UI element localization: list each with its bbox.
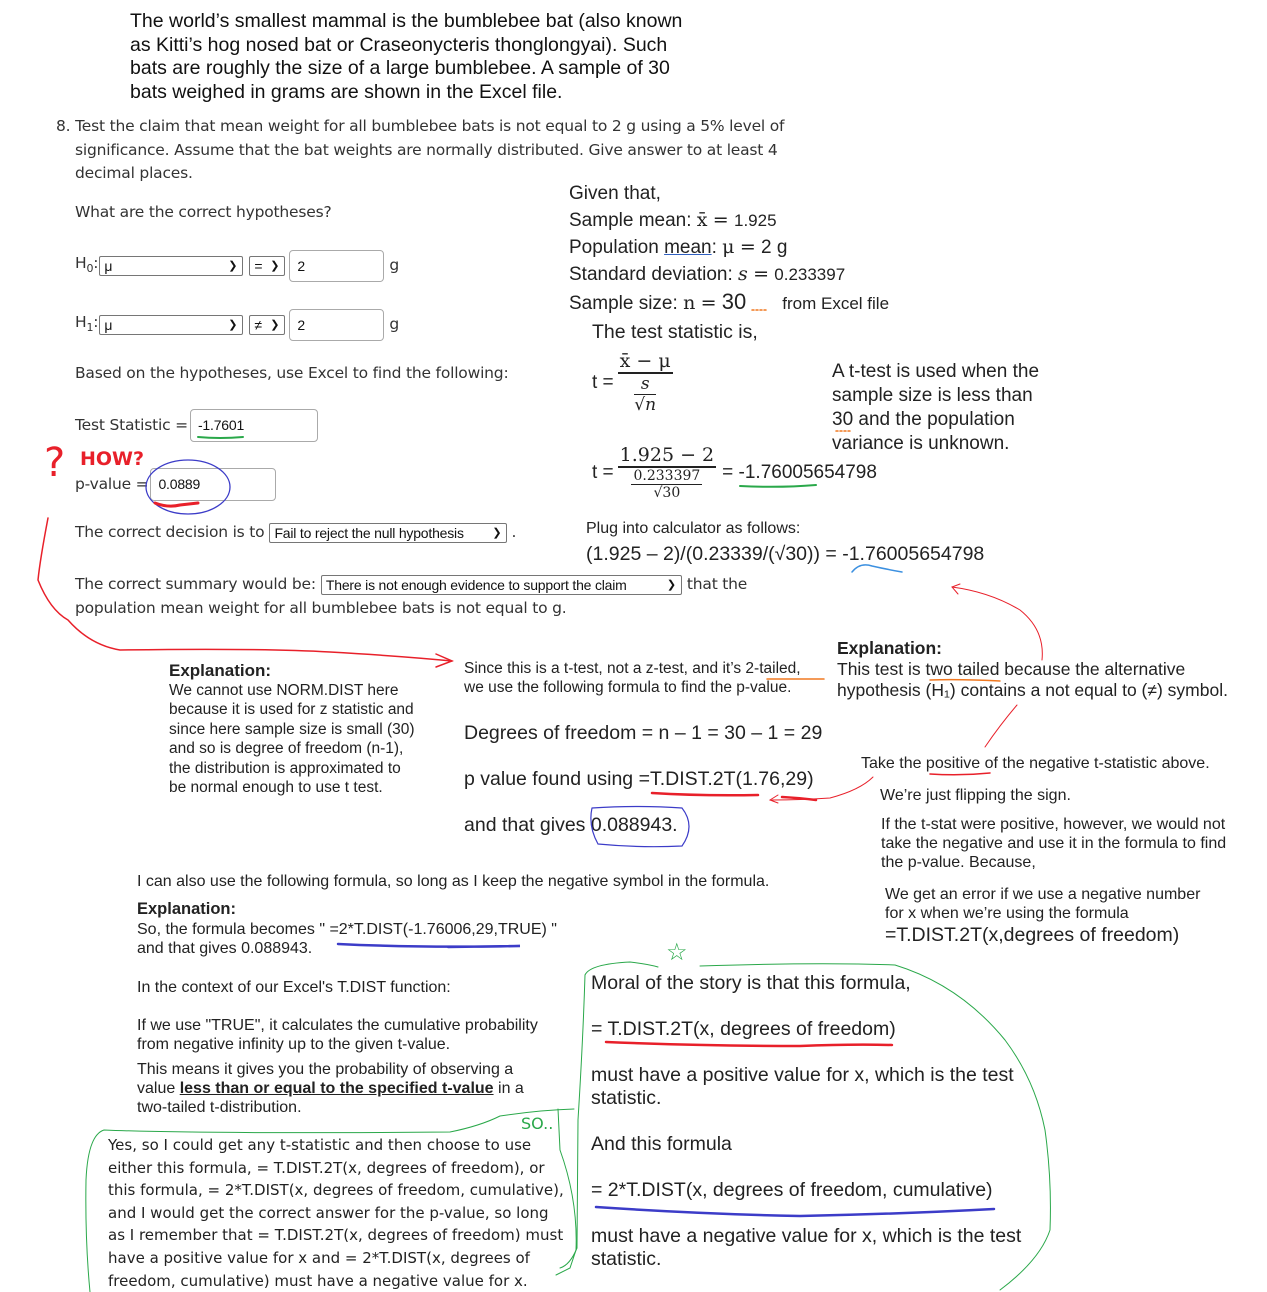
chevron-down-icon: ❯ bbox=[270, 260, 280, 272]
take-positive-note: Take the positive of the negative t-stat… bbox=[861, 755, 1210, 772]
plug-label: Plug into calculator as follows: bbox=[586, 520, 801, 537]
decision-label: The correct decision is to bbox=[75, 523, 265, 541]
explanation-heading: Explanation: bbox=[837, 638, 943, 658]
red-line-positive bbox=[984, 704, 1018, 748]
t-formula: t = x̄ − μ s √n bbox=[592, 350, 673, 415]
h0-row: H0: μ ❯ = ❯ 2 g bbox=[75, 250, 399, 282]
test-stat-title: The test statistic is, bbox=[592, 321, 758, 343]
plug-formula: (1.925 – 2)/(0.23339/(√30)) = -1.7600565… bbox=[586, 543, 985, 565]
intro-line: bats weighed in grams are shown in the E… bbox=[130, 80, 563, 103]
given-block: Given that, Sample mean: x̄ = 1.925 Popu… bbox=[569, 180, 889, 317]
question-mark-annotation: ? bbox=[44, 440, 66, 486]
chevron-down-icon: ❯ bbox=[228, 319, 238, 331]
red-arrowhead-formula bbox=[768, 794, 779, 804]
t-result: = -1.76005654798 bbox=[722, 461, 877, 483]
summary-line-2: population mean weight for all bumblebee… bbox=[75, 599, 567, 617]
h1-value-input[interactable]: 2 bbox=[289, 309, 385, 341]
right-explanation: Explanation: This test is two tailed bec… bbox=[837, 638, 1228, 700]
question-number: 8. bbox=[56, 117, 71, 135]
intro-line: bats are roughly the size of a large bum… bbox=[130, 57, 670, 79]
h0-parameter-select[interactable]: μ ❯ bbox=[99, 256, 244, 276]
intro-paragraph: The world’s smallest mammal is the bumbl… bbox=[130, 10, 730, 104]
also-intro: I can also use the following formula, so… bbox=[137, 873, 770, 890]
excel-prompt: Based on the hypotheses, use Excel to fi… bbox=[75, 364, 509, 382]
h1-unit: g bbox=[389, 315, 399, 334]
p-value-row: p-value = 0.0889 bbox=[75, 468, 277, 501]
red-arrowhead bbox=[435, 653, 454, 668]
decision-select[interactable]: Fail to reject the null hypothesis ❯ bbox=[269, 522, 508, 543]
p-value-formula: p value found using =T.DIST.2T(1.76,29) bbox=[464, 768, 814, 790]
chevron-down-icon: ❯ bbox=[666, 578, 676, 591]
red-underline-p-value bbox=[153, 501, 200, 508]
p-value-label: p-value = bbox=[75, 474, 149, 493]
moral-block: Moral of the story is that this formula,… bbox=[591, 972, 1022, 1270]
error-note: We get an error if we use a negative num… bbox=[885, 886, 1201, 946]
chevron-down-icon: ❯ bbox=[270, 319, 280, 331]
true-explanation: If we use "TRUE", it calculates the cumu… bbox=[137, 1017, 538, 1053]
error-formula: =T.DIST.2T(x,degrees of freedom) bbox=[885, 924, 1180, 946]
test-statistic-label: Test Statistic = bbox=[75, 415, 188, 434]
t-test-note: A t-test is used when the sample size is… bbox=[832, 361, 1040, 454]
sample-size: Sample size: n = 30 from Excel file bbox=[569, 289, 890, 314]
left-explanation: Explanation: We cannot use NORM.DIST her… bbox=[169, 661, 415, 796]
so-annotation: SO.. bbox=[521, 1114, 554, 1133]
standard-deviation: Standard deviation: s = 0.233397 bbox=[569, 263, 846, 285]
middle-intro: Since this is a t-test, not a z-test, an… bbox=[464, 660, 801, 696]
population-mean: Population mean: μ = 2 g bbox=[569, 236, 788, 258]
h0-label: H0: bbox=[75, 253, 99, 275]
question-text: 8. Test the claim that mean weight for a… bbox=[56, 115, 816, 186]
sample-mean: Sample mean: x̄ = 1.925 bbox=[569, 209, 777, 231]
intro-line: as Kitti’s hog nosed bat or Craseonycter… bbox=[130, 33, 668, 56]
intro-line: The world’s smallest mammal is the bumbl… bbox=[130, 10, 683, 32]
h0-operator-select[interactable]: = ❯ bbox=[249, 256, 286, 276]
hypotheses-prompt: What are the correct hypotheses? bbox=[75, 203, 332, 221]
red-underline-tdist bbox=[650, 791, 760, 797]
h1-parameter-select[interactable]: μ ❯ bbox=[99, 315, 244, 335]
test-statistic-row: Test Statistic = -1.7601 bbox=[75, 409, 318, 442]
decision-row: The correct decision is to Fail to rejec… bbox=[75, 521, 516, 545]
calc-numerator: 1.925 − 2 bbox=[617, 444, 717, 468]
summary-select[interactable]: There is not enough evidence to support … bbox=[320, 574, 682, 595]
given-title: Given that, bbox=[569, 183, 661, 204]
conclusion-block: Yes, so I could get any t-statistic and … bbox=[108, 1136, 564, 1290]
chevron-down-icon: ❯ bbox=[228, 260, 238, 272]
context-line: In the context of our Excel's T.DIST fun… bbox=[137, 979, 451, 996]
chevron-down-icon: ❯ bbox=[492, 526, 502, 539]
also-explanation: Explanation: So, the formula becomes " =… bbox=[137, 900, 557, 957]
question-line: Test the claim that mean weight for all … bbox=[75, 117, 785, 135]
if-positive-note: If the t-stat were positive, however, we… bbox=[881, 816, 1227, 871]
question-line: significance. Assume that the bat weight… bbox=[75, 140, 778, 159]
h0-value-input[interactable]: 2 bbox=[289, 250, 385, 282]
p-value-input[interactable]: 0.0889 bbox=[150, 468, 277, 501]
h0-unit: g bbox=[389, 256, 399, 275]
moral-formula-1: = T.DIST.2T(x, degrees of freedom) bbox=[591, 1018, 896, 1040]
degrees-of-freedom: Degrees of freedom = n – 1 = 30 – 1 = 29 bbox=[464, 722, 823, 744]
summary-label: The correct summary would be: bbox=[75, 575, 316, 593]
red-underline-176 bbox=[780, 795, 818, 802]
p-value-result: and that gives 0.088943. bbox=[464, 814, 678, 836]
test-statistic-input[interactable]: -1.7601 bbox=[189, 409, 318, 442]
explanation-heading: Explanation: bbox=[169, 661, 272, 680]
red-arrowhead-two-tailed bbox=[951, 583, 961, 595]
h1-row: H1: μ ❯ ≠ ❯ 2 g bbox=[75, 309, 399, 341]
how-annotation: HOW? bbox=[80, 448, 145, 470]
summary-row: The correct summary would be: There is n… bbox=[75, 573, 747, 597]
h1-operator-select[interactable]: ≠ ❯ bbox=[249, 315, 286, 335]
flip-sign-note: We’re just flipping the sign. bbox=[880, 787, 1071, 804]
star-icon: ☆ bbox=[666, 939, 688, 966]
h1-label: H1: bbox=[75, 312, 99, 334]
moral-formula-2: = 2*T.DIST(x, degrees of freedom, cumula… bbox=[591, 1179, 993, 1201]
means-explanation: This means it gives you the probability … bbox=[137, 1061, 524, 1116]
explanation-heading: Explanation: bbox=[137, 900, 237, 918]
formula-numerator: x̄ − μ bbox=[617, 350, 673, 374]
